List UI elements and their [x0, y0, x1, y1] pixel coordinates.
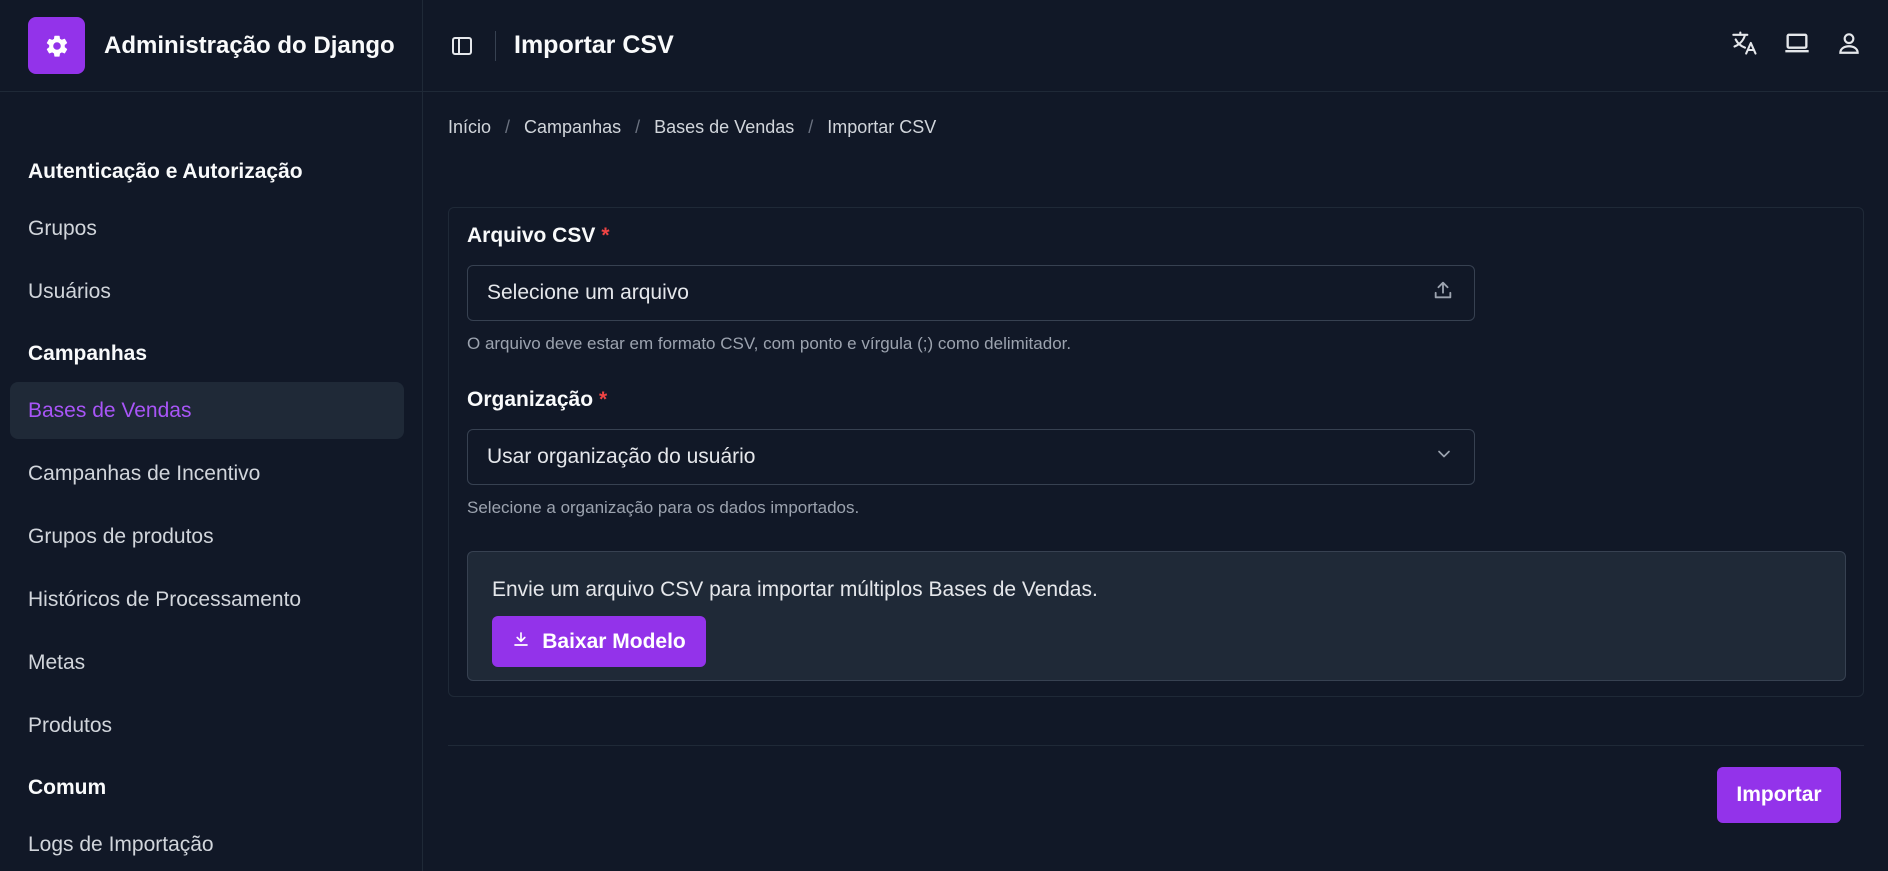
sidebar-item-metas[interactable]: Metas	[10, 634, 404, 691]
main-content: Importar CSV Início / Campanhas / Bases …	[423, 0, 1888, 871]
chevron-down-icon	[1434, 444, 1454, 470]
app: Administração do Django Autenticação e A…	[0, 0, 1888, 871]
topbar-actions	[1730, 28, 1864, 58]
topbar-divider	[495, 30, 496, 61]
user-icon[interactable]	[1834, 28, 1864, 58]
organization-select-value: Usar organização do usuário	[487, 445, 756, 468]
nav-section-auth: Autenticação e Autorização	[28, 160, 303, 183]
info-text: Envie um arquivo CSV para importar múlti…	[492, 578, 1098, 601]
sidebar-item-logs-de-importacao[interactable]: Logs de Importação	[10, 816, 404, 871]
nav-section-campanhas: Campanhas	[28, 342, 148, 365]
breadcrumb-separator: /	[505, 116, 511, 137]
required-marker: *	[599, 388, 608, 411]
form-footer-divider	[448, 745, 1864, 746]
upload-icon	[1432, 279, 1454, 307]
sidebar-item-bases-de-vendas[interactable]: Bases de Vendas	[10, 382, 404, 439]
gear-icon[interactable]	[28, 17, 85, 74]
laptop-icon[interactable]	[1782, 28, 1812, 58]
sidebar-toggle-icon[interactable]	[449, 33, 475, 59]
import-info-box: Envie um arquivo CSV para importar múlti…	[467, 551, 1846, 681]
org-help-text: Selecione a organização para os dados im…	[467, 498, 860, 517]
breadcrumb-campanhas[interactable]: Campanhas	[524, 117, 621, 138]
required-marker: *	[601, 224, 610, 247]
topbar: Importar CSV	[423, 0, 1888, 92]
file-input[interactable]: Selecione um arquivo	[467, 265, 1475, 321]
org-field-label: Organização *	[467, 388, 607, 412]
file-help-text: O arquivo deve estar em formato CSV, com…	[467, 334, 1072, 353]
import-form: Arquivo CSV * Selecione um arquivo O arqu…	[448, 207, 1864, 697]
breadcrumb: Início / Campanhas / Bases de Vendas / I…	[423, 112, 1888, 142]
sidebar-item-grupos-de-produtos[interactable]: Grupos de produtos	[10, 508, 404, 565]
import-submit-button[interactable]: Importar	[1717, 767, 1841, 823]
download-button-label: Baixar Modelo	[542, 629, 686, 653]
sidebar-item-grupos[interactable]: Grupos	[10, 200, 404, 257]
sidebar-item-usuarios[interactable]: Usuários	[10, 263, 404, 320]
sidebar: Administração do Django Autenticação e A…	[0, 0, 423, 871]
file-field-label: Arquivo CSV *	[467, 224, 610, 248]
breadcrumb-current: Importar CSV	[827, 116, 937, 137]
breadcrumb-inicio[interactable]: Início	[448, 117, 491, 138]
translate-icon[interactable]	[1730, 28, 1760, 58]
breadcrumb-separator: /	[635, 116, 641, 137]
file-label-text: Arquivo CSV	[467, 224, 596, 247]
organization-select[interactable]: Usar organização do usuário	[467, 429, 1475, 485]
org-label-text: Organização	[467, 388, 594, 411]
page-title: Importar CSV	[514, 31, 674, 59]
brand-title[interactable]: Administração do Django	[104, 32, 395, 60]
breadcrumb-bases-de-vendas[interactable]: Bases de Vendas	[654, 117, 794, 138]
sidebar-nav: Autenticação e Autorização Grupos Usuári…	[0, 92, 422, 871]
brand: Administração do Django	[0, 0, 422, 92]
sidebar-item-historicos-de-processamento[interactable]: Históricos de Processamento	[10, 571, 404, 628]
download-template-button[interactable]: Baixar Modelo	[492, 616, 706, 667]
download-icon	[512, 630, 530, 654]
nav-section-comum: Comum	[28, 776, 107, 799]
sidebar-item-campanhas-de-incentivo[interactable]: Campanhas de Incentivo	[10, 445, 404, 502]
breadcrumb-separator: /	[808, 116, 814, 137]
file-placeholder: Selecione um arquivo	[487, 281, 689, 304]
sidebar-item-produtos[interactable]: Produtos	[10, 697, 404, 754]
